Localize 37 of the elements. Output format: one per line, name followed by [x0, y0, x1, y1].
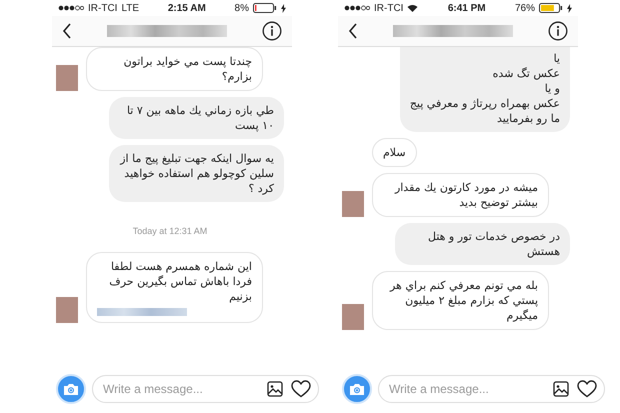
message-text: در خصوص خدمات تور و هتل هستش	[426, 229, 560, 259]
message-text: اين شماره همسرم هست لطفا فردا باهاش تماس بگيرين حرف بزنيم	[108, 259, 252, 304]
info-icon[interactable]	[548, 21, 568, 41]
battery-icon	[253, 3, 277, 13]
back-chevron-icon[interactable]	[62, 23, 72, 39]
message-text: سلام	[383, 145, 406, 160]
message-text: طي بازه زماني يك ماهه بين ۷ تا ۱۰ پست	[126, 103, 274, 133]
image-icon[interactable]	[553, 381, 569, 397]
charging-bolt-icon	[566, 4, 572, 12]
signal-icon	[58, 5, 84, 11]
heart-icon[interactable]	[291, 380, 311, 398]
charging-bolt-icon	[281, 4, 286, 12]
network-text: LTE	[121, 2, 140, 14]
image-icon[interactable]	[267, 381, 283, 397]
info-icon[interactable]	[262, 21, 282, 41]
heart-icon[interactable]	[577, 380, 597, 398]
message-text: چندتا پست مي خوايد براتون بزارم؟	[122, 54, 252, 84]
message-text: يا عكس تگ شده و يا عكس بهمراه رپرتاژ و معرفي پيج ما رو بفرماييد	[410, 51, 560, 126]
camera-icon	[63, 382, 79, 396]
battery-text: 8%	[234, 2, 249, 14]
carrier-text: IR-TCI	[88, 2, 118, 14]
battery-text: 76%	[514, 2, 535, 14]
message-input[interactable]: Write a message...	[378, 375, 605, 403]
message-text: بله مي تونم معرفي كنم براي هر پستي كه بزارم مبلغ ۲ ميليون ميگيرم	[388, 278, 538, 323]
timestamp-text: Today at 12:31 AM	[132, 225, 208, 238]
time-text: 2:15 AM	[168, 2, 206, 14]
battery-icon	[538, 3, 563, 13]
message-input[interactable]: Write a message...	[92, 375, 319, 403]
message-text: يه سوال اينكه جهت تبليغ پيج ما از سلين كوچولو هم استفاده خواهيد كرد ؟	[119, 151, 274, 196]
message-text: ميشه در مورد كارتون يك مقدار بيشتر توضيح بديد	[394, 180, 538, 210]
camera-button[interactable]	[342, 374, 372, 404]
time-text: 6:41 PM	[448, 2, 486, 14]
camera-icon	[349, 382, 365, 396]
signal-icon	[344, 5, 370, 11]
back-chevron-icon[interactable]	[348, 23, 358, 39]
camera-button[interactable]	[56, 374, 86, 404]
carrier-text: IR-TCI	[374, 2, 404, 14]
